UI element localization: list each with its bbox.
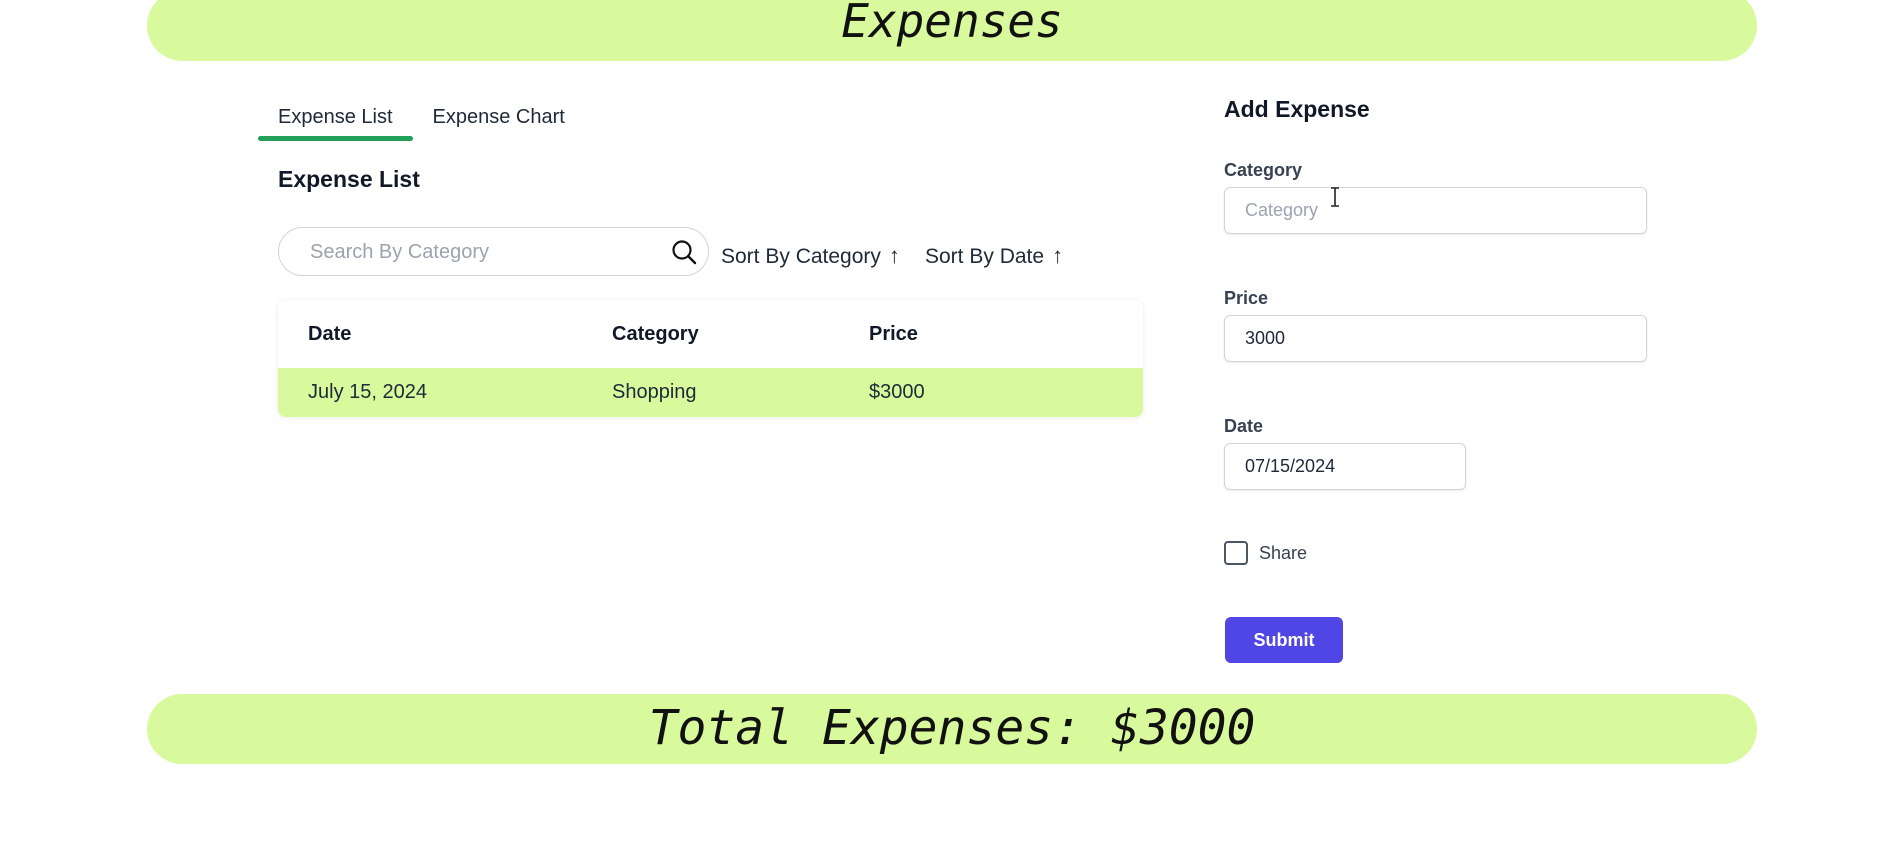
search-box <box>278 227 709 277</box>
column-header-date: Date <box>308 322 352 345</box>
price-input[interactable] <box>1224 315 1647 362</box>
column-header-category: Category <box>612 322 699 345</box>
sort-by-category-button[interactable]: Sort By Category ↑ <box>721 243 900 269</box>
page-title: Expenses <box>841 0 1063 48</box>
sort-by-date-button[interactable]: Sort By Date ↑ <box>925 243 1063 269</box>
share-checkbox[interactable] <box>1224 541 1248 565</box>
tab-bar: Expense List Expense Chart <box>258 100 585 141</box>
expense-table: Date Category Price July 15, 2024 Shoppi… <box>278 300 1143 417</box>
sort-by-date-label: Sort By Date <box>925 245 1045 268</box>
column-header-price: Price <box>869 322 918 345</box>
price-label: Price <box>1224 288 1269 308</box>
date-label: Date <box>1224 416 1264 436</box>
header-banner: Expenses <box>147 0 1757 61</box>
cell-date: July 15, 2024 <box>308 381 427 403</box>
search-input[interactable] <box>308 228 642 277</box>
submit-button[interactable]: Submit <box>1225 617 1343 663</box>
date-input[interactable] <box>1224 443 1466 490</box>
tab-expense-list[interactable]: Expense List <box>258 100 413 141</box>
share-label: Share <box>1259 543 1308 563</box>
category-input[interactable] <box>1224 187 1647 234</box>
tab-expense-chart[interactable]: Expense Chart <box>413 100 585 139</box>
search-icon[interactable] <box>670 238 698 266</box>
sort-by-category-label: Sort By Category <box>721 245 881 268</box>
category-label: Category <box>1224 160 1303 180</box>
table-header: Date Category Price <box>278 300 1143 368</box>
footer-banner: Total Expenses: $3000 <box>147 694 1757 764</box>
expense-list-title: Expense List <box>278 166 420 192</box>
add-expense-title: Add Expense <box>1224 96 1370 122</box>
arrow-up-icon: ↑ <box>888 243 900 268</box>
arrow-up-icon: ↑ <box>1052 243 1064 268</box>
text-cursor-icon <box>1331 187 1339 207</box>
cell-category: Shopping <box>612 381 697 403</box>
total-expenses-text: Total Expenses: $3000 <box>648 700 1256 756</box>
cell-price: $3000 <box>869 381 925 403</box>
table-row[interactable]: July 15, 2024 Shopping $3000 <box>278 368 1143 417</box>
